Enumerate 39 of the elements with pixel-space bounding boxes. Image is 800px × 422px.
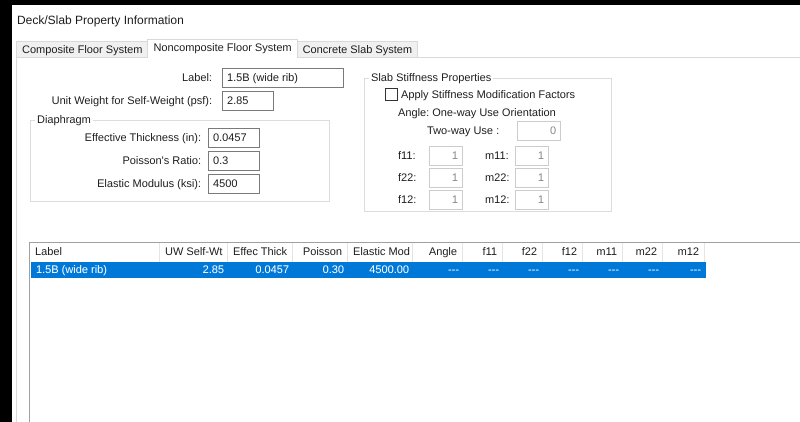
field-label: f22:	[398, 172, 418, 184]
table-cell-text: ---	[647, 263, 660, 278]
field-label: f12:	[398, 194, 418, 206]
group-title: Slab Stiffness Properties	[370, 72, 492, 84]
tab[interactable]: Composite Floor System	[16, 41, 148, 58]
input-field[interactable]: 0.0457	[208, 128, 260, 148]
input-field[interactable]: 2.85	[222, 91, 274, 111]
field-label: m12:	[484, 194, 510, 206]
table-cell-text: 4500.00	[368, 263, 410, 278]
input-field[interactable]: 4500	[208, 174, 260, 194]
group-title: Diaphragm	[36, 114, 92, 126]
table-cell-text: 1.5B (wide rib)	[35, 263, 108, 278]
field-label: Elastic Modulus (ksi):	[97, 178, 201, 190]
table-cell-text: 0.0457	[254, 263, 290, 278]
table-row[interactable]: 1.5B (wide rib) 2.85 0.0457 0.30 4500.00 --- --- --- --- --- --- ---	[31, 262, 706, 278]
window-title: Deck/Slab Property Information	[16, 12, 185, 29]
table-cell-text: ---	[447, 263, 460, 278]
table-cell-text: 2.85	[202, 263, 225, 278]
table-cell-text: ---	[607, 263, 620, 278]
field-label: Label:	[182, 72, 212, 84]
field-label: Effective Thickness (in):	[84, 132, 201, 144]
input-field[interactable]: 1.5B (wide rib)	[222, 68, 344, 88]
field-label: Two-way Use :	[427, 125, 500, 137]
table-cell-text: ---	[527, 263, 540, 278]
field-label: m11:	[484, 150, 510, 162]
field-label: m22:	[484, 172, 510, 184]
table-cell-text: ---	[487, 263, 500, 278]
table-cell-text: ---	[567, 263, 580, 278]
checkbox[interactable]	[385, 88, 398, 101]
tab[interactable]: Concrete Slab System	[296, 41, 418, 58]
table-cell-text: 0.30	[322, 263, 345, 278]
field-label: Unit Weight for Self-Weight (psf):	[52, 95, 212, 107]
angle-caption: Angle: One-way Use Orientation	[398, 107, 557, 119]
input-field[interactable]: 0.3	[208, 151, 260, 171]
tab[interactable]: Noncomposite Floor System	[147, 39, 298, 58]
checkbox-label: Apply Stiffness Modification Factors	[401, 88, 576, 100]
table-cell-text: ---	[689, 263, 702, 278]
field-label: f11:	[398, 150, 417, 162]
field-label: Poisson's Ratio:	[122, 155, 201, 167]
